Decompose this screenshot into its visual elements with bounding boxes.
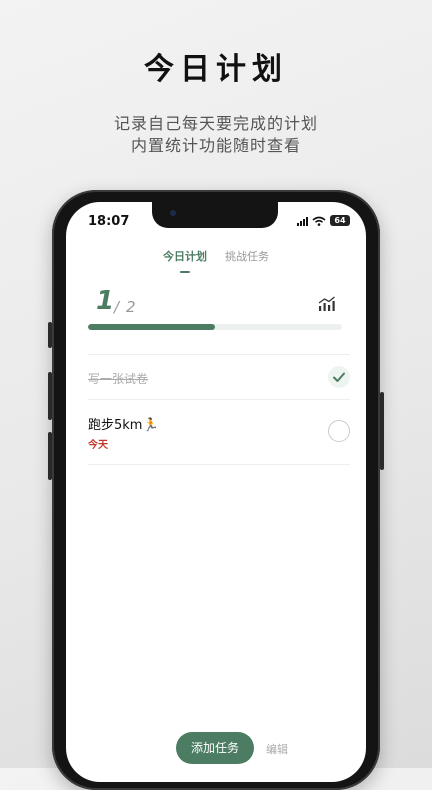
hero-subtitle-line2: 内置统计功能随时查看: [130, 136, 301, 155]
signal-icon: [297, 216, 308, 226]
phone-power-button: [380, 392, 384, 470]
tab-bar: 今日计划 挑战任务: [66, 248, 366, 273]
notch: [152, 202, 278, 228]
task-date-badge: 今天: [88, 440, 108, 451]
progress-bar-fill: [88, 324, 215, 330]
task-done-checkbox[interactable]: [328, 366, 350, 388]
task-item[interactable]: 跑步5km🏃 今天: [88, 399, 350, 465]
edit-button[interactable]: 编辑: [266, 741, 288, 757]
statistics-icon[interactable]: [318, 296, 336, 312]
tab-challenge-tasks-label: 挑战任务: [225, 250, 269, 263]
status-time: 18:07: [88, 214, 130, 229]
progress-separator: /: [114, 298, 120, 316]
task-title: 跑步5km🏃: [88, 418, 159, 433]
progress-total-count: 2: [126, 298, 136, 316]
task-list: 写一张试卷 跑步5km🏃 今天: [88, 354, 350, 465]
add-task-button[interactable]: 添加任务: [176, 732, 254, 764]
camera-icon: [170, 210, 176, 216]
tab-active-indicator: [180, 271, 190, 273]
task-item[interactable]: 写一张试卷: [88, 354, 350, 399]
wifi-icon: [312, 216, 326, 226]
hero-subtitle-line1: 记录自己每天要完成的计划: [113, 114, 318, 133]
battery-icon: 64: [330, 215, 350, 226]
phone-volume-down-button: [48, 432, 52, 480]
hero-title: 今日计划: [144, 52, 288, 87]
tab-today-plan[interactable]: 今日计划: [163, 248, 207, 273]
phone-volume-up-button: [48, 372, 52, 420]
phone-mute-switch: [48, 322, 52, 348]
task-checkbox[interactable]: [328, 420, 350, 442]
status-icons: 64: [297, 215, 350, 226]
task-title: 写一张试卷: [88, 372, 149, 386]
app-screen: 18:07 64 今日计划 挑战任务 1 / 2 写一张试卷 跑步5km🏃 今天…: [66, 202, 366, 782]
tab-today-plan-label: 今日计划: [163, 250, 207, 263]
checkmark-icon: [333, 372, 345, 382]
progress-bar: [88, 324, 342, 330]
tab-challenge-tasks[interactable]: 挑战任务: [225, 248, 269, 264]
progress-done-count: 1: [96, 286, 115, 316]
